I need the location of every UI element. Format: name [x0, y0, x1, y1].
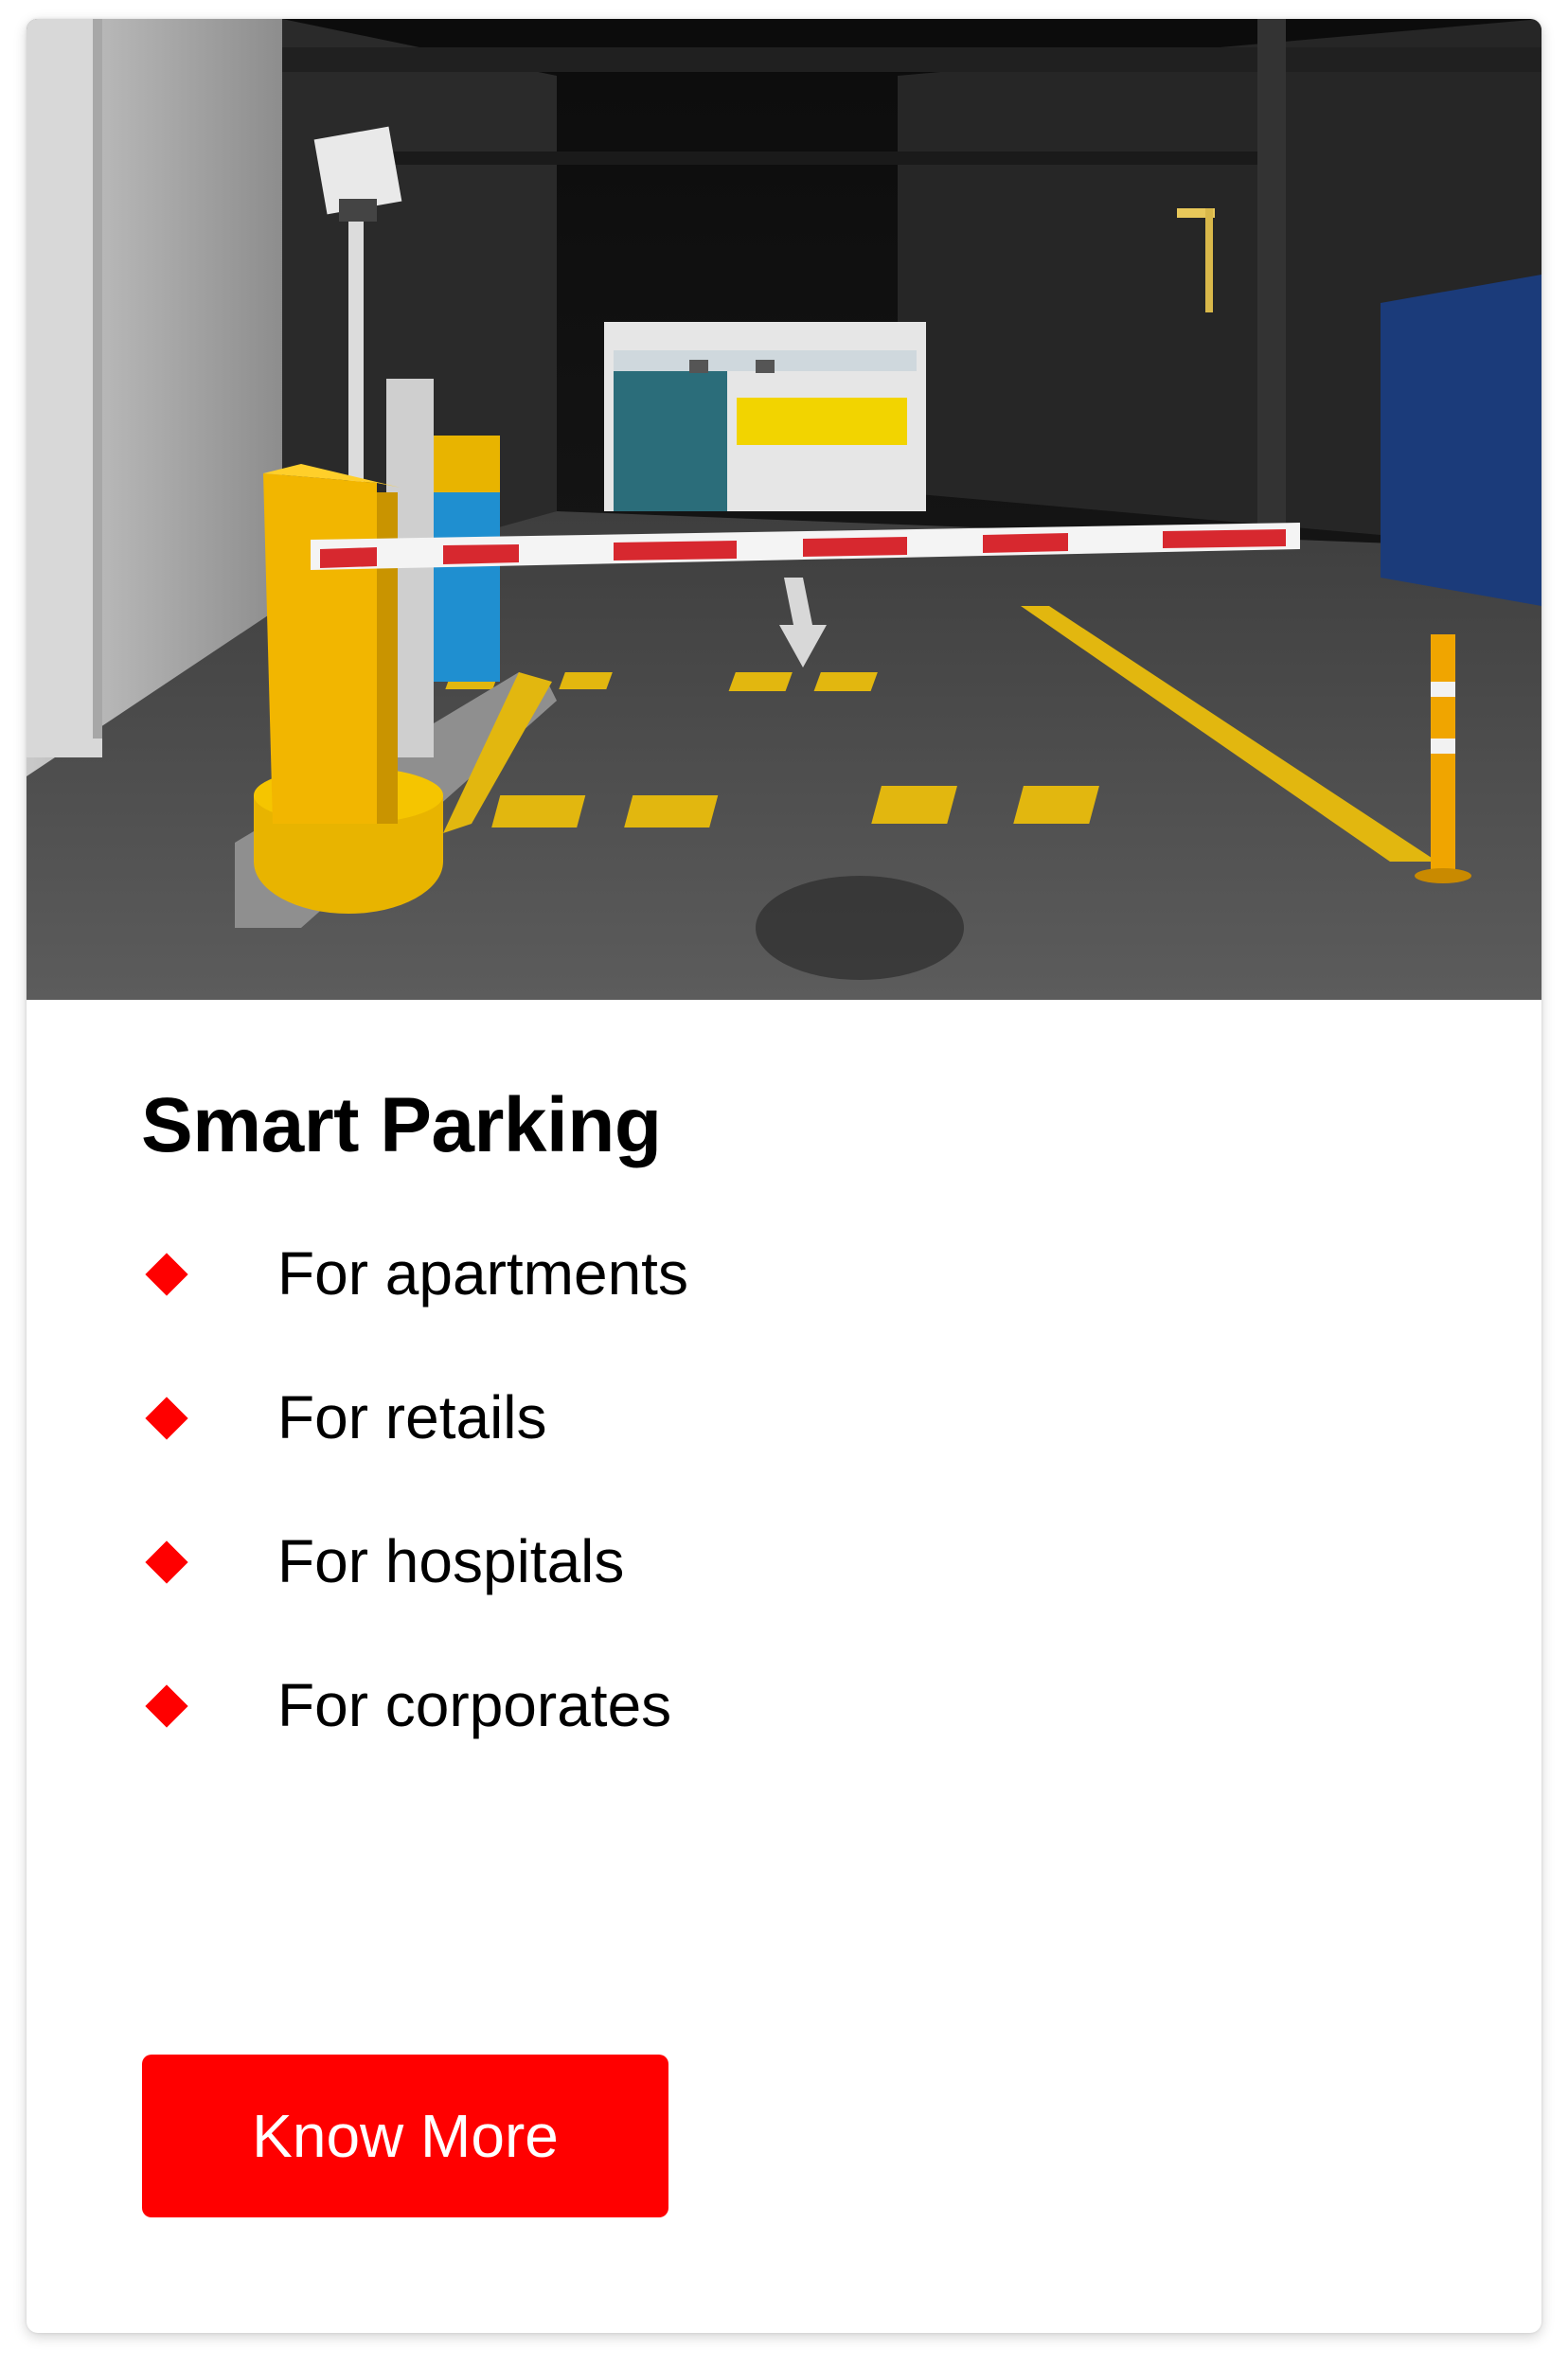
service-card: Smart Parking For apartments For retails… — [27, 19, 1541, 2333]
diamond-bullet-icon — [145, 1684, 188, 1728]
diamond-bullet-icon — [145, 1253, 188, 1296]
know-more-button[interactable]: Know More — [142, 2055, 668, 2217]
feature-label: For corporates — [277, 1671, 672, 1739]
diamond-bullet-icon — [145, 1540, 188, 1584]
feature-label: For retails — [277, 1383, 547, 1451]
card-title: Smart Parking — [141, 1082, 662, 1168]
parking-barrier-image — [27, 19, 1541, 1000]
diamond-bullet-icon — [145, 1397, 188, 1440]
feature-label: For apartments — [277, 1239, 688, 1308]
feature-label: For hospitals — [277, 1527, 625, 1595]
